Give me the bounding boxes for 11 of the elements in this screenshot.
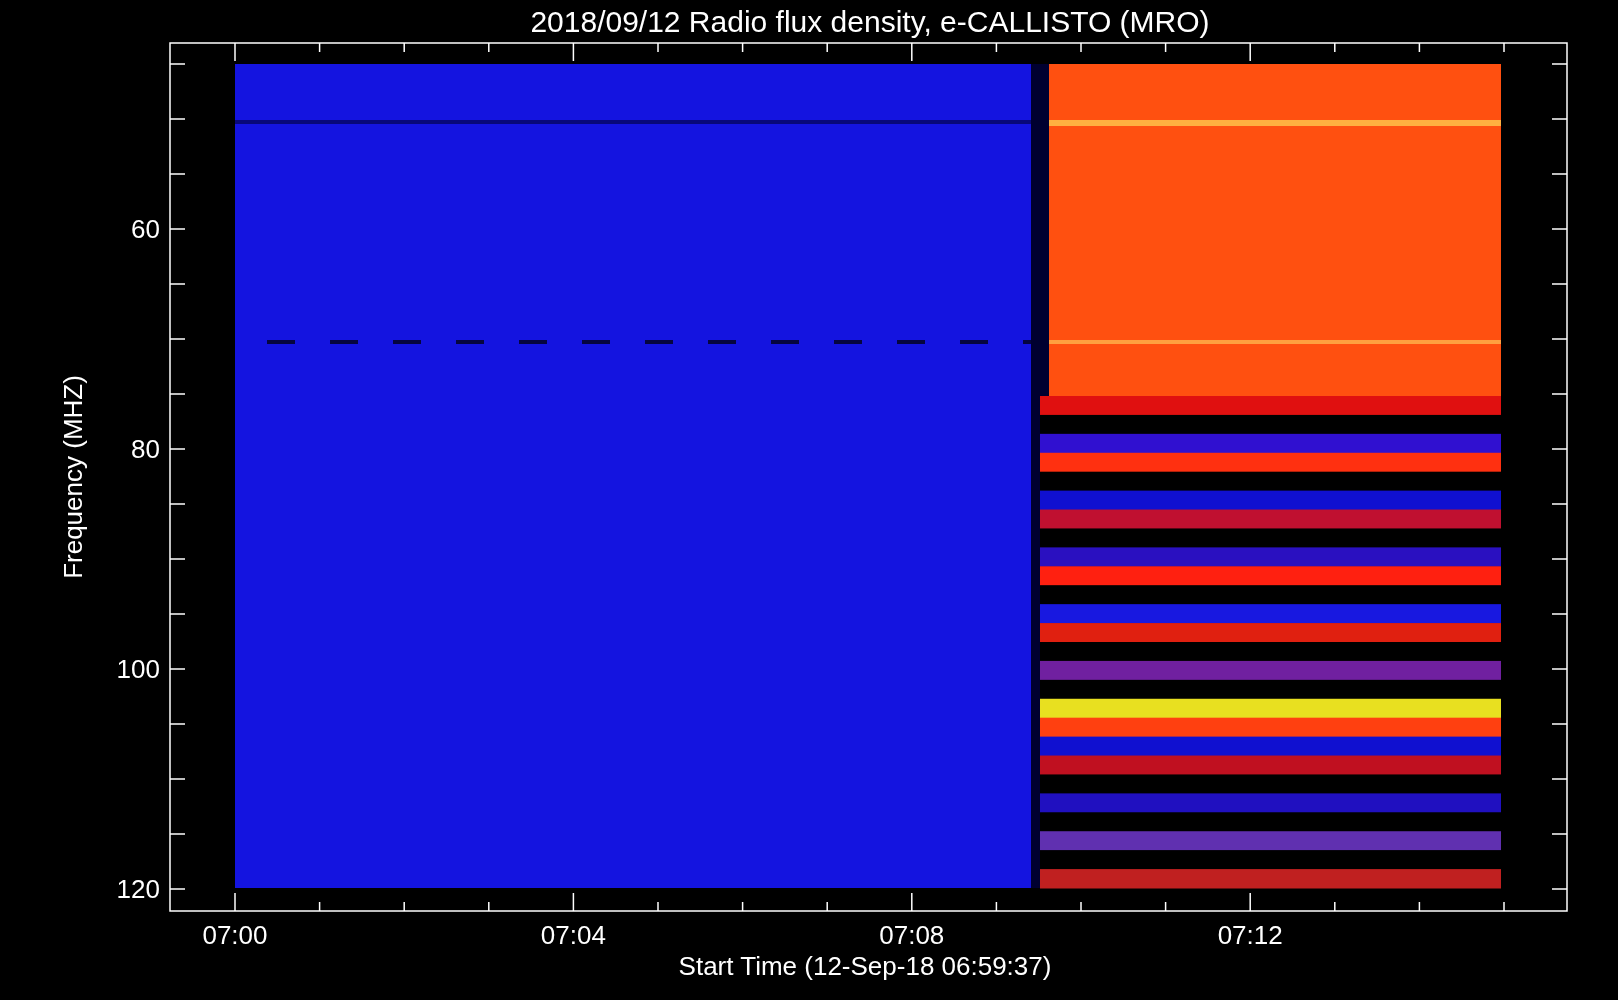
y-tick-label: 120 <box>116 874 160 904</box>
y-tick-label: 80 <box>131 434 160 464</box>
x-tick-label: 07:00 <box>202 920 268 950</box>
chart-title: 2018/09/12 Radio flux density, e-CALLISTO (MRO) <box>530 5 1210 38</box>
x-tick-label: 07:08 <box>879 920 945 950</box>
x-tick-label: 07:12 <box>1217 920 1283 950</box>
y-tick-label: 100 <box>116 654 160 684</box>
y-tick-label: 60 <box>131 214 160 244</box>
x-tick-label: 07:04 <box>540 920 606 950</box>
x-axis-label: Start Time (12-Sep-18 06:59:37) <box>678 951 1052 981</box>
y-axis-label: Frequency (MHZ) <box>58 375 88 579</box>
